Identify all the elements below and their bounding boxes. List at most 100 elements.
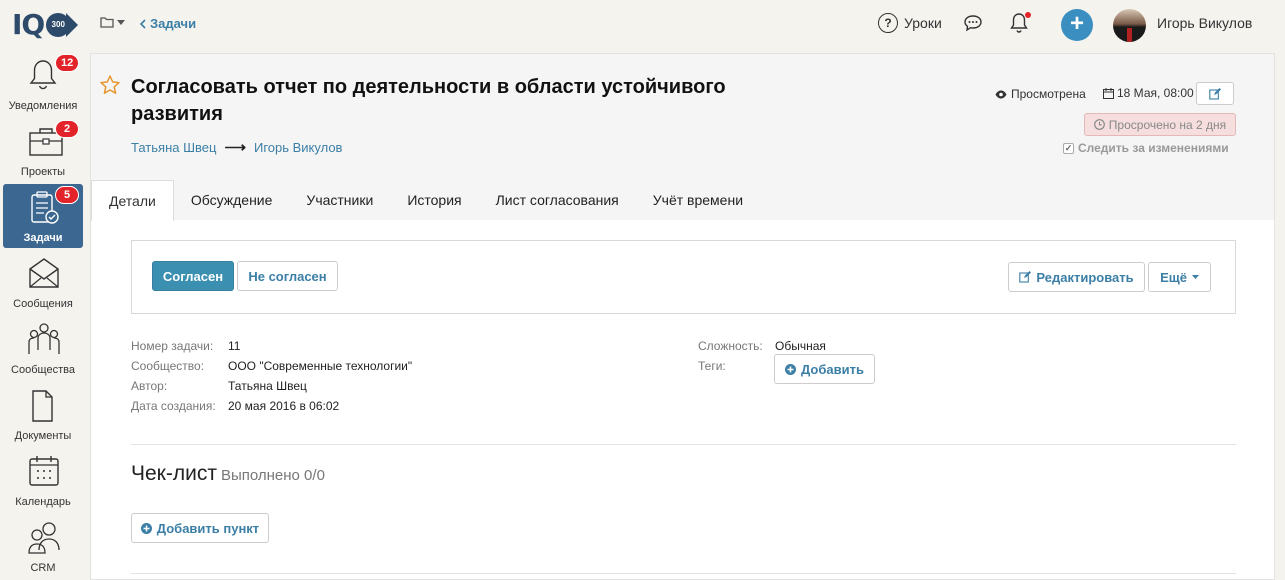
due-date-value: 18 Мая, 08:00 (1117, 86, 1194, 100)
caret-down-icon (117, 19, 125, 25)
detail-row-community: Сообщество: ООО "Современные технологии" (131, 356, 412, 376)
tab-participants[interactable]: Участники (289, 180, 390, 220)
task-to-link[interactable]: Игорь Викулов (254, 140, 343, 155)
lessons-label: Уроки (904, 15, 942, 31)
edit-button[interactable]: Редактировать (1008, 262, 1145, 292)
disagree-button[interactable]: Не согласен (237, 261, 338, 291)
folder-icon (100, 17, 114, 28)
lessons-button[interactable]: ? Уроки (878, 13, 942, 33)
task-from-link[interactable]: Татьяна Швец (131, 140, 216, 155)
sidebar-item-label: Сообщества (11, 364, 75, 376)
plus-circle-icon (140, 522, 152, 534)
detail-row-complexity: Сложность: Обычная (698, 336, 826, 356)
star-icon[interactable] (99, 74, 121, 96)
add-tag-button[interactable]: Добавить (774, 354, 875, 384)
detail-label: Номер задачи: (131, 339, 214, 353)
task-assignment: Татьяна Швец ⟶ Игорь Викулов (131, 138, 342, 156)
add-tag-label: Добавить (801, 361, 864, 377)
task-details: Номер задачи: 11 Сообщество: ООО "Соврем… (131, 336, 412, 416)
user-name[interactable]: Игорь Викулов (1157, 15, 1252, 31)
envelope-icon (29, 258, 59, 288)
divider (131, 573, 1236, 574)
agree-button[interactable]: Согласен (152, 261, 234, 291)
sidebar-item-documents[interactable]: Документы (3, 382, 83, 446)
sidebar-item-projects[interactable]: 2 Проекты (3, 118, 83, 182)
more-dropdown-button[interactable]: Ещё (1148, 262, 1211, 292)
more-button-label: Ещё (1160, 269, 1187, 285)
detail-label: Сообщество: (131, 359, 205, 373)
projects-badge: 2 (55, 120, 79, 138)
avatar-tie (1127, 28, 1132, 42)
sidebar-item-label: Документы (14, 430, 72, 442)
chat-icon[interactable] (963, 14, 983, 32)
arrow-right-icon: ⟶ (224, 139, 246, 156)
add-item-label: Добавить пункт (156, 520, 260, 536)
calendar-small-icon (1103, 87, 1114, 99)
top-bar: IQ 300 Задачи ? Уроки + Игорь Викулов (0, 0, 1285, 50)
detail-label: Сложность: (698, 339, 763, 353)
approval-actions: Согласен Не согласен Редактировать Ещё (131, 240, 1236, 314)
sidebar: 12 Уведомления 2 Проекты 5 Задачи Сообще… (0, 52, 86, 580)
edit-button-label: Редактировать (1036, 269, 1134, 285)
overdue-badge: Просрочено на 2 дня (1084, 113, 1236, 136)
tab-history[interactable]: История (390, 180, 478, 220)
task-panel: Согласовать отчет по деятельности в обла… (90, 53, 1275, 580)
tab-time-tracking[interactable]: Учёт времени (636, 180, 760, 220)
document-icon (32, 390, 53, 422)
author-link[interactable]: Татьяна Швец (228, 379, 307, 393)
notification-dot (1025, 12, 1031, 18)
checklist-header: Чек-лист Выполнено 0/0 (131, 462, 325, 486)
edit-icon (1019, 271, 1032, 283)
sidebar-item-messages[interactable]: Сообщения (3, 250, 83, 314)
viewed-status: Просмотрена (995, 87, 1086, 101)
checklist-status: Выполнено 0/0 (220, 467, 325, 484)
detail-row-author: Автор: Татьяна Швец (131, 376, 412, 396)
task-header: Согласовать отчет по деятельности в обла… (91, 54, 1274, 221)
checklist-title: Чек-лист (131, 462, 217, 485)
sidebar-item-calendar[interactable]: Календарь (3, 448, 83, 512)
create-button[interactable]: + (1061, 9, 1093, 41)
due-date: 18 Мая, 08:00 (1103, 86, 1194, 100)
overdue-label: Просрочено на 2 дня (1108, 117, 1227, 132)
detail-label: Теги: (698, 359, 726, 373)
community-link[interactable]: ООО "Современные технологии" (228, 359, 412, 373)
complexity-value: Обычная (775, 339, 826, 353)
question-icon: ? (878, 13, 898, 33)
task-tabs: Детали Обсуждение Участники История Лист… (91, 180, 760, 221)
sidebar-item-label: CRM (30, 562, 56, 574)
sidebar-item-crm[interactable]: CRM (3, 514, 83, 578)
tab-approval-sheet[interactable]: Лист согласования (479, 180, 636, 220)
edit-date-button[interactable] (1196, 82, 1234, 105)
sidebar-item-tasks[interactable]: 5 Задачи (3, 184, 83, 248)
follow-label: Следить за изменениями (1078, 141, 1229, 155)
crm-people-icon (28, 522, 60, 554)
caret-down-icon (1191, 275, 1199, 279)
clock-icon (1093, 119, 1105, 130)
people-icon (28, 323, 60, 354)
eye-icon (995, 90, 1007, 98)
tasks-badge: 5 (55, 186, 79, 204)
detail-row-created: Дата создания: 20 мая 2016 в 06:02 (131, 396, 412, 416)
sidebar-item-label: Сообщения (13, 298, 73, 310)
folder-dropdown-button[interactable] (100, 16, 125, 28)
checkbox-icon: ✓ (1063, 142, 1074, 154)
plus-circle-icon (785, 363, 797, 375)
detail-label: Автор: (131, 379, 168, 393)
add-checklist-item-button[interactable]: Добавить пункт (131, 513, 269, 543)
logo[interactable]: IQ 300 (12, 8, 79, 41)
detail-row-number: Номер задачи: 11 (131, 336, 412, 356)
back-to-tasks-link[interactable]: Задачи (140, 16, 196, 31)
follow-changes-checkbox[interactable]: ✓ Следить за изменениями (1063, 141, 1229, 155)
task-number: 11 (228, 339, 241, 353)
page-title: Согласовать отчет по деятельности в обла… (131, 76, 726, 125)
created-date: 20 мая 2016 в 06:02 (228, 399, 340, 413)
detail-label: Дата создания: (131, 399, 216, 413)
sidebar-item-label: Календарь (15, 496, 71, 508)
sidebar-item-notifications[interactable]: 12 Уведомления (3, 52, 83, 116)
tab-details[interactable]: Детали (91, 180, 174, 221)
tab-discussion[interactable]: Обсуждение (174, 180, 290, 220)
sidebar-item-communities[interactable]: Сообщества (3, 316, 83, 380)
calendar-icon (29, 456, 59, 486)
logo-play-icon (66, 12, 79, 37)
avatar[interactable] (1113, 9, 1146, 42)
